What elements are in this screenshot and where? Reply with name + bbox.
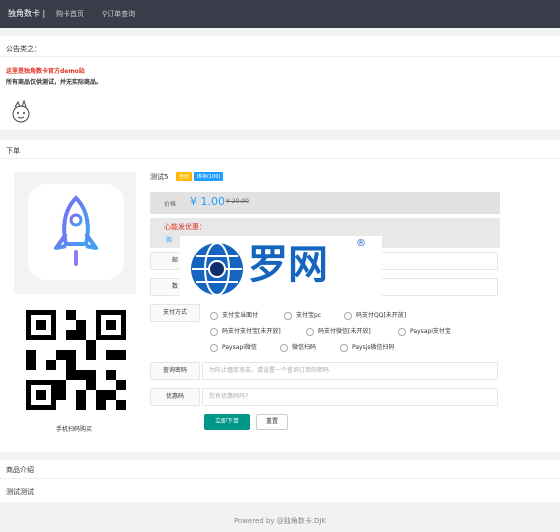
pay-option-paysapi-wechat[interactable]: Paysapi微信 — [210, 342, 257, 352]
price-value: ¥ 1.00 — [190, 195, 225, 208]
cartoon-emoji-icon — [12, 100, 30, 123]
reset-button[interactable]: 重置 — [256, 414, 288, 430]
divider — [0, 158, 560, 159]
notice-title: 公告类之： — [6, 45, 41, 53]
intro-title: 商品介绍 — [6, 466, 34, 474]
globe-logo-icon — [191, 242, 243, 296]
old-price: ¥ 20.00 — [226, 198, 249, 205]
intro-panel: 商品介绍 测试测试 — [0, 460, 560, 502]
coupon-input[interactable]: 您有优惠码吗? — [202, 388, 498, 406]
intro-content: 测试测试 — [6, 488, 34, 496]
pay-option-alipay-f2f[interactable]: 支付宝当面付 — [210, 310, 258, 320]
pay-option-paysapi-alipay[interactable]: Paysapi支付宝 — [398, 326, 451, 336]
notice-line1: 这里是独角数卡官方demo站 — [6, 68, 85, 75]
auto-delivery-badge: 自动 — [176, 172, 193, 181]
price-bar: 价格 ¥ 1.00 ¥ 20.00 — [150, 192, 500, 214]
radio-icon — [210, 311, 218, 320]
promo-title: 心能发优惠： — [164, 223, 206, 231]
payment-method-label: 支付方式 — [150, 304, 200, 322]
stock-badge: 库存(100) — [194, 172, 224, 181]
pay-option-codepay-wechat[interactable]: 码支付微信[未开放] — [306, 326, 371, 336]
pay-option-codepay-qq[interactable]: 码支付QQ[未开放] — [344, 310, 406, 320]
radio-icon — [344, 311, 352, 320]
query-password-label: 查询密码 — [150, 362, 200, 380]
nav-home-link[interactable]: 购卡首页 — [56, 9, 84, 19]
price-label: 价格 — [164, 201, 177, 208]
registered-mark: ® — [356, 238, 366, 249]
divider — [0, 56, 560, 57]
nav-order-query-link[interactable]: ⚲订单查询 — [102, 9, 135, 19]
radio-icon — [306, 327, 314, 336]
product-name: 测试5 — [150, 173, 169, 181]
top-nav: 独角数卡 | 购卡首页 ⚲订单查询 — [0, 0, 560, 28]
notice-panel: 公告类之： 这里是独角数卡官方demo站 所有商品仅供测试，并无实际商品。 — [0, 36, 560, 130]
radio-icon — [284, 311, 292, 320]
order-section-title: 下单 — [6, 147, 20, 155]
query-password-input[interactable]: 为防止撞库攻击，请设置一个查询订单的密码 — [202, 362, 498, 380]
pay-option-paysjs-wechat[interactable]: Paysjs微信扫码 — [340, 342, 395, 352]
divider — [0, 478, 560, 479]
notice-line2: 所有商品仅供测试，并无实际商品。 — [6, 79, 103, 86]
submit-order-button[interactable]: 立即下单 — [204, 414, 250, 430]
radio-icon — [340, 343, 348, 352]
pay-option-wechat-scan[interactable]: 微信扫码 — [280, 342, 316, 352]
radio-icon — [210, 343, 218, 352]
pay-option-codepay-alipay[interactable]: 码支付支付宝[未开放] — [210, 326, 281, 336]
radio-icon — [280, 343, 288, 352]
radio-icon — [210, 327, 218, 336]
footer: Powered by @独角数卡.DJK — [233, 517, 327, 525]
qr-code-image — [26, 310, 126, 410]
product-image-frame — [14, 172, 136, 294]
rocket-icon — [54, 195, 98, 266]
app-icon-tile — [28, 184, 124, 280]
radio-icon — [398, 327, 406, 336]
order-panel: 下单 手机扫码购买 测试5 自动 库存(100) 价格 ¥ 1.00 ¥ 20.… — [0, 140, 560, 452]
qr-caption: 手机扫码购买 — [56, 426, 93, 433]
brand-logo[interactable]: 独角数卡 | — [8, 8, 45, 19]
watermark-text: 罗网 — [248, 242, 328, 288]
coupon-label: 优惠码 — [150, 388, 200, 406]
pay-option-alipay-pc[interactable]: 支付宝pc — [284, 310, 321, 320]
promo-text: 购 — [166, 237, 173, 244]
watermark-logo: 罗网 ® — [180, 236, 382, 300]
